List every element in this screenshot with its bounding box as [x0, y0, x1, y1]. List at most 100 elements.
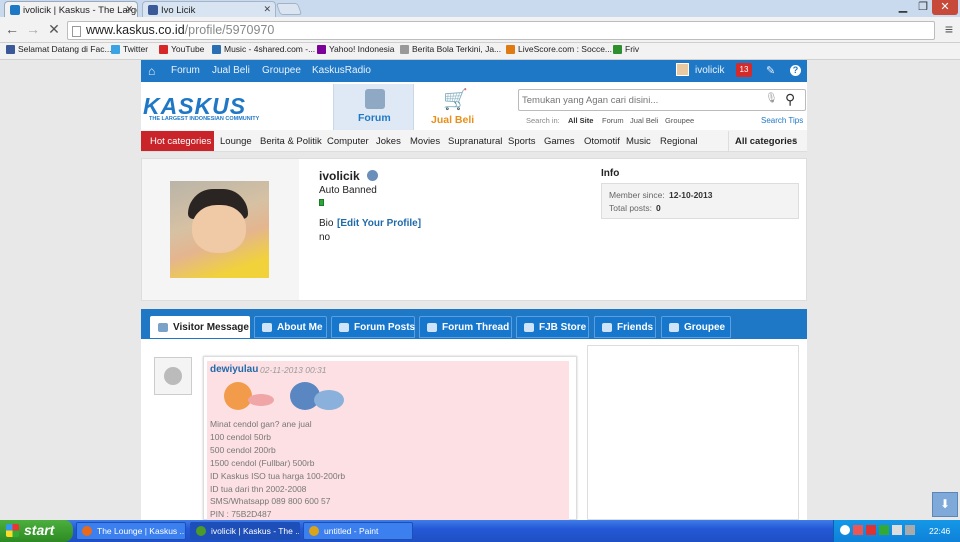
tab-visitor-message[interactable]: Visitor Message	[150, 316, 250, 338]
close-window-icon[interactable]: ✕	[932, 0, 958, 15]
category-berita-politik[interactable]: Berita & Politik	[260, 136, 322, 147]
bookmark-youtube[interactable]: YouTube	[159, 44, 204, 54]
tab-label: Forum Thread	[442, 322, 510, 333]
jualbeli-label: Jual Beli	[431, 114, 475, 126]
tab-friends[interactable]: Friends	[594, 316, 656, 338]
category-jokes[interactable]: Jokes	[376, 136, 401, 147]
back-icon[interactable]: ←	[3, 20, 21, 38]
forward-icon[interactable]: →	[24, 20, 42, 38]
bookmark-twitter[interactable]: Twitter	[111, 44, 148, 54]
close-tab-icon[interactable]: ✕	[125, 4, 133, 15]
restore-icon[interactable]: ❐	[913, 0, 933, 15]
sender-avatar[interactable]	[154, 357, 192, 395]
jualbeli-tab[interactable]: 🛒 Jual Beli	[414, 84, 495, 130]
url-path: /profile/5970970	[184, 23, 275, 37]
category-supranatural[interactable]: Supranatural	[448, 136, 502, 147]
search-tips-link[interactable]: Search Tips	[761, 116, 803, 125]
firefox-icon	[82, 526, 92, 536]
yahoo-icon	[317, 45, 326, 54]
group-icon	[669, 323, 679, 332]
bookmark-livescore[interactable]: LiveScore.com : Socce...	[506, 44, 612, 54]
minimize-icon[interactable]: ▁	[893, 0, 913, 15]
scroll-to-top-button[interactable]: ⬇	[932, 492, 958, 517]
category-regional[interactable]: Regional	[660, 136, 698, 147]
category-games[interactable]: Games	[544, 136, 575, 147]
search-in-label: Search in:	[526, 116, 560, 125]
scope-forum[interactable]: Forum	[602, 116, 624, 125]
topnav-groupee[interactable]: Groupee	[262, 65, 301, 76]
hot-categories-button[interactable]: Hot categories	[141, 131, 214, 151]
close-tab-icon[interactable]: ✕	[263, 4, 271, 15]
message-line: 1500 cendol (Fullbar) 500rb	[210, 457, 315, 468]
taskbar-item-paint[interactable]: untitled - Paint	[303, 522, 413, 540]
bookmark-4shared[interactable]: Music - 4shared.com -...	[212, 44, 315, 54]
tab-kaskus-profile[interactable]: ivolicik | Kaskus - The Larges ✕	[4, 1, 138, 17]
notification-badge[interactable]: 13	[736, 63, 752, 77]
bookmark-facebook[interactable]: Selamat Datang di Fac...	[6, 44, 112, 54]
start-button[interactable]: start	[0, 520, 73, 542]
tray-icon[interactable]	[840, 525, 850, 535]
tab-ivo-licik[interactable]: Ivo Licik ✕	[142, 1, 276, 17]
address-bar[interactable]: www.kaskus.co.id/profile/5970970	[67, 21, 935, 40]
tab-fjb-store[interactable]: FJB Store	[516, 316, 589, 338]
chevron-down-icon: ▾	[793, 137, 797, 144]
forum-tab[interactable]: Forum	[333, 84, 414, 130]
microphone-icon[interactable]: 🎙	[765, 93, 778, 104]
windows-logo-icon	[6, 524, 19, 537]
scope-jualbeli[interactable]: Jual Beli	[630, 116, 658, 125]
stop-loading-icon[interactable]: ✕	[45, 20, 63, 38]
taskbar-item-kaskus[interactable]: ivolicik | Kaskus - The ...	[190, 522, 300, 540]
tab-groupee[interactable]: Groupee	[661, 316, 731, 338]
tab-about-me[interactable]: About Me	[254, 316, 327, 338]
menu-icon[interactable]: ≡	[940, 20, 958, 38]
category-computer[interactable]: Computer	[327, 136, 369, 147]
chat-bubble-icon	[339, 323, 349, 332]
edit-profile-link[interactable]: [Edit Your Profile]	[337, 218, 421, 229]
start-label: start	[24, 522, 55, 538]
tab-forum-thread[interactable]: Forum Thread	[419, 316, 512, 338]
friends-icon	[602, 323, 612, 332]
bookmark-berita-bola[interactable]: Berita Bola Terkini, Ja...	[400, 44, 501, 54]
message-date: 02-11-2013 00:31	[260, 365, 327, 375]
message-line: Minat cendol gan? ane jual	[210, 419, 312, 429]
topnav-kaskusradio[interactable]: KaskusRadio	[312, 65, 371, 76]
message-author[interactable]: dewiyulau	[210, 364, 258, 375]
taskbar-label: untitled - Paint	[324, 526, 379, 536]
pencil-icon[interactable]: ✎	[766, 64, 775, 77]
user-avatar-small[interactable]	[676, 63, 689, 76]
scope-all-site[interactable]: All Site	[568, 116, 593, 125]
all-categories-button[interactable]: All categories ▾	[728, 131, 807, 151]
new-tab-button[interactable]	[275, 3, 303, 15]
taskbar-item-lounge[interactable]: The Lounge | Kaskus ...	[76, 522, 186, 540]
network-icon[interactable]	[892, 525, 902, 535]
bookmark-friv[interactable]: Friv	[613, 44, 639, 54]
tray-icon[interactable]	[853, 525, 863, 535]
home-icon[interactable]: ⌂	[148, 64, 155, 78]
topnav-username[interactable]: ivolicik	[695, 65, 724, 76]
category-music[interactable]: Music	[626, 136, 651, 147]
bookmark-yahoo[interactable]: Yahoo! Indonesia	[317, 44, 395, 54]
profile-username: ivolicik	[319, 169, 360, 183]
category-lounge[interactable]: Lounge	[220, 136, 252, 147]
topnav-jualbeli[interactable]: Jual Beli	[212, 65, 250, 76]
livescore-icon	[506, 45, 515, 54]
tray-icon[interactable]	[879, 525, 889, 535]
bookmark-label: Berita Bola Terkini, Ja...	[412, 44, 502, 54]
category-otomotif[interactable]: Otomotif	[584, 136, 620, 147]
category-sports[interactable]: Sports	[508, 136, 535, 147]
message-icon	[158, 323, 168, 332]
bookmark-label: Friv	[625, 44, 640, 54]
search-icon[interactable]: ⚲	[785, 91, 795, 108]
volume-icon[interactable]	[905, 525, 915, 535]
forum-chat-icon	[365, 89, 385, 109]
help-icon[interactable]: ?	[790, 65, 801, 76]
scope-groupee[interactable]: Groupee	[665, 116, 694, 125]
topnav-forum[interactable]: Forum	[171, 65, 200, 76]
tab-forum-posts[interactable]: Forum Posts	[331, 316, 415, 338]
clock: 22:46	[929, 526, 951, 536]
tray-icon[interactable]	[866, 525, 876, 535]
all-categories-label: All categories	[735, 136, 798, 147]
member-since-label: Member since:	[609, 190, 665, 200]
category-movies[interactable]: Movies	[410, 136, 440, 147]
search-input[interactable]	[522, 93, 760, 107]
